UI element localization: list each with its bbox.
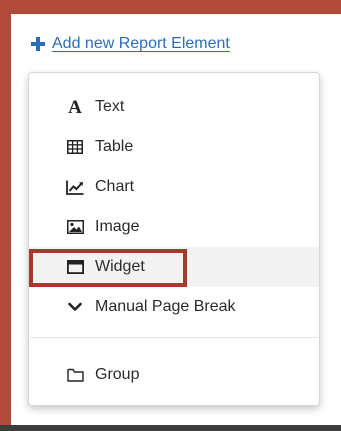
menu-item-label: Manual Page Break (95, 298, 236, 315)
menu-item-image[interactable]: Image (29, 207, 319, 247)
menu-item-label: Group (95, 366, 140, 383)
menu-item-table[interactable]: Table (29, 127, 319, 167)
image-icon (66, 218, 84, 236)
menu-item-label: Text (95, 98, 125, 115)
chevron-down-icon (66, 298, 84, 316)
add-report-element-link[interactable]: Add new Report Element (31, 32, 230, 56)
menu-item-group[interactable]: Group (29, 355, 319, 395)
menu-item-manual-page-break[interactable]: Manual Page Break (29, 287, 319, 327)
folder-icon (66, 366, 84, 384)
menu-item-label: Widget (95, 258, 145, 275)
plus-icon (31, 37, 45, 51)
line-chart-icon (66, 178, 84, 196)
report-element-menu: A Text Table Chart Image Widget Manual P… (28, 72, 320, 406)
menu-item-label: Table (95, 138, 134, 155)
menu-item-label: Chart (95, 178, 135, 195)
window-icon (66, 258, 84, 276)
menu-item-label: Image (95, 218, 140, 235)
menu-item-widget[interactable]: Widget (29, 247, 319, 287)
bottom-edge (0, 425, 341, 431)
add-report-element-label: Add new Report Element (52, 35, 230, 52)
table-icon (66, 138, 84, 156)
text-format-icon: A (68, 96, 82, 118)
menu-divider (30, 337, 318, 338)
menu-item-chart[interactable]: Chart (29, 167, 319, 207)
menu-item-text[interactable]: A Text (29, 87, 319, 127)
